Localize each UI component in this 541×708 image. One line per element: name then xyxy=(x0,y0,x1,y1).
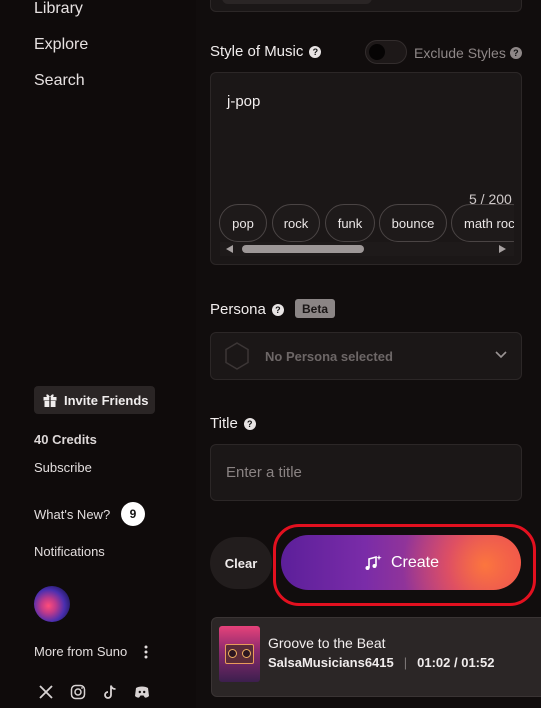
style-tags-row: pop rock funk bounce math roc xyxy=(218,200,514,246)
more-from-suno-link[interactable]: More from Suno xyxy=(34,644,127,659)
sidebar-item-explore[interactable]: Explore xyxy=(34,36,88,54)
help-icon[interactable]: ? xyxy=(509,47,522,59)
song-time: 01:02 / 01:52 xyxy=(417,655,495,670)
create-highlight-outline xyxy=(273,524,536,606)
meta-separator: | xyxy=(403,655,408,670)
style-tag-pop[interactable]: pop xyxy=(219,204,267,242)
song-meta: SalsaMusicians6415 | 01:02 / 01:52 xyxy=(268,655,494,670)
help-icon[interactable]: ? xyxy=(243,417,256,430)
clear-button[interactable]: Clear xyxy=(210,537,272,589)
notifications-link[interactable]: Notifications xyxy=(34,544,105,559)
beta-badge: Beta xyxy=(295,299,336,318)
instagram-icon[interactable] xyxy=(70,684,86,700)
tags-scrollbar[interactable] xyxy=(220,242,514,256)
help-icon[interactable]: ? xyxy=(309,45,322,58)
avatar[interactable] xyxy=(34,586,70,622)
style-tag-bounce[interactable]: bounce xyxy=(379,204,447,242)
x-twitter-icon[interactable] xyxy=(38,684,54,700)
sidebar-item-search[interactable]: Search xyxy=(34,72,85,90)
sidebar-item-library[interactable]: Library xyxy=(34,0,83,18)
invite-friends-button[interactable]: Invite Friends xyxy=(34,386,155,414)
title-input[interactable]: Enter a title xyxy=(210,444,522,501)
style-tag-funk[interactable]: funk xyxy=(325,204,375,242)
title-label: Title xyxy=(210,415,238,432)
discord-icon[interactable] xyxy=(134,684,150,700)
style-tag-math-rock[interactable]: math roc xyxy=(451,204,514,242)
toggle-knob xyxy=(369,44,385,60)
persona-header: Persona ? xyxy=(210,301,284,318)
boombox-speaker-right xyxy=(242,649,251,658)
subscribe-link[interactable]: Subscribe xyxy=(34,460,92,475)
persona-placeholder-icon xyxy=(225,342,249,370)
title-input-placeholder: Enter a title xyxy=(226,464,302,481)
style-of-music-label: Style of Music xyxy=(210,43,304,60)
lyrics-scroll-pill xyxy=(222,0,372,4)
song-title[interactable]: Groove to the Beat xyxy=(268,635,386,651)
exclude-styles-header: Exclude Styles ? xyxy=(414,45,522,61)
invite-friends-label: Invite Friends xyxy=(64,392,149,408)
credits-count: 40 Credits xyxy=(34,432,97,447)
tiktok-icon[interactable] xyxy=(102,684,118,700)
scrollbar-thumb[interactable] xyxy=(242,245,364,253)
title-header: Title ? xyxy=(210,415,256,432)
exclude-styles-label: Exclude Styles xyxy=(414,45,506,61)
gift-icon xyxy=(43,394,57,407)
more-vertical-icon[interactable] xyxy=(143,645,149,659)
style-of-music-header: Style of Music ? xyxy=(210,43,322,60)
whats-new-badge: 9 xyxy=(121,502,145,526)
scroll-left-icon[interactable] xyxy=(226,245,233,253)
persona-label: Persona xyxy=(210,301,266,318)
style-tag-rock[interactable]: rock xyxy=(272,204,320,242)
exclude-styles-toggle[interactable] xyxy=(365,40,407,64)
help-icon[interactable]: ? xyxy=(271,303,284,316)
boombox-speaker-left xyxy=(228,649,237,658)
song-artist[interactable]: SalsaMusicians6415 xyxy=(268,655,394,670)
chevron-down-icon[interactable] xyxy=(495,351,507,359)
whats-new-link[interactable]: What's New? xyxy=(34,507,110,522)
persona-placeholder: No Persona selected xyxy=(265,349,393,364)
song-cover-art[interactable] xyxy=(219,626,260,682)
style-input-value[interactable]: j-pop xyxy=(227,93,260,110)
scroll-right-icon[interactable] xyxy=(499,245,506,253)
